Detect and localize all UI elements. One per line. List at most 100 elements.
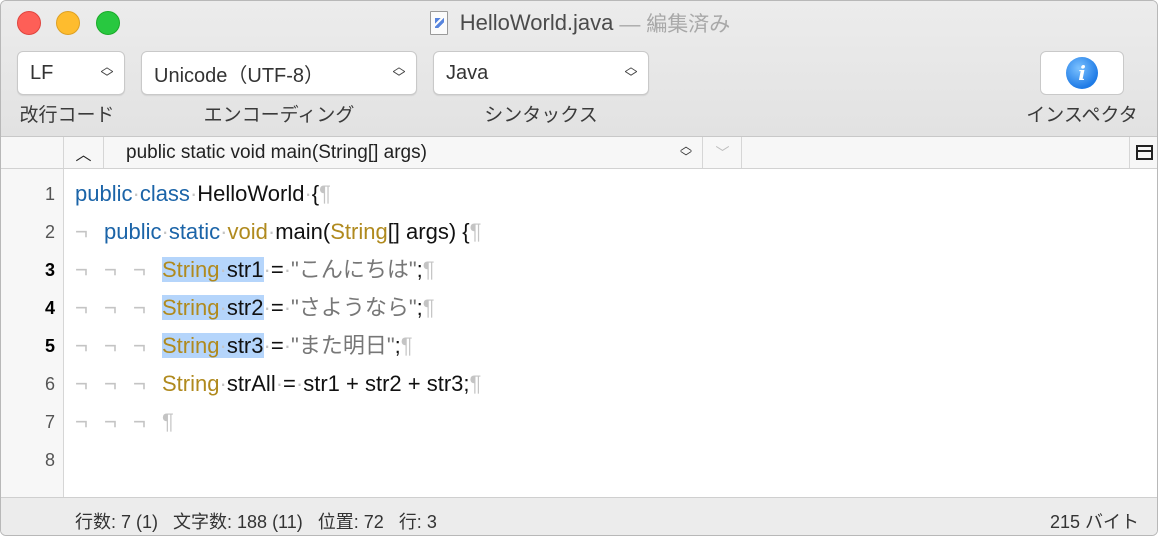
invisible-space: · xyxy=(219,333,227,358)
edited-indicator: — 編集済み xyxy=(619,13,731,36)
invisible-space: · xyxy=(132,181,140,206)
invisible-tab: ¬ xyxy=(75,295,88,320)
syntax-value: Java xyxy=(446,61,489,84)
line-ending-label: 改行コード xyxy=(19,105,115,126)
window-title: HelloWorld.java xyxy=(459,10,614,35)
invisible-space: · xyxy=(220,219,228,244)
inspector-button[interactable]: i xyxy=(1040,51,1124,95)
line-end-marker: ¶ xyxy=(319,181,331,206)
updown-chevron-icon: ︿ ﹀ xyxy=(392,59,406,85)
status-bar: 行数: 7 (1) 文字数: 188 (11) 位置: 72 行: 3 215 … xyxy=(1,497,1157,535)
invisible-space: · xyxy=(161,219,169,244)
invisible-tab: ¬ xyxy=(133,257,146,282)
invisible-space: · xyxy=(263,333,271,358)
invisible-tab: ¬ xyxy=(133,333,146,358)
code-line: ¬ public·static·void·main(String[] args) … xyxy=(75,213,481,251)
invisible-tab: ¬ xyxy=(104,295,117,320)
syntax-label: シンタックス xyxy=(484,105,598,126)
keyword-token: class xyxy=(139,181,190,206)
invisible-space: · xyxy=(219,257,227,282)
code-line: ¬ ¬ ¬ String·str1·=·"こんにちは";¶ xyxy=(75,251,435,289)
invisible-space: · xyxy=(219,371,227,396)
outline-symbol-popup[interactable]: public static void main(String[] args) ︿… xyxy=(105,137,703,168)
inspector-label: インスペクタ xyxy=(1026,105,1138,126)
invisible-tab: ¬ xyxy=(104,371,117,396)
split-editor-button[interactable] xyxy=(1129,137,1157,168)
encoding-value: Unicode（UTF-8） xyxy=(154,64,325,87)
operator-token: = xyxy=(270,333,284,358)
invisible-tab: ¬ xyxy=(104,409,117,434)
line-end-marker: ¶ xyxy=(162,409,174,434)
java-document-icon xyxy=(429,11,448,35)
line-end-marker: ¶ xyxy=(400,333,413,358)
invisible-tab: ¬ xyxy=(133,409,146,434)
file-size: 215 バイト xyxy=(1049,512,1139,532)
keyword-token: static xyxy=(168,219,221,244)
info-icon: i xyxy=(1066,57,1098,89)
updown-chevron-icon: ︿ ﹀ xyxy=(679,139,692,164)
invisible-space: · xyxy=(283,295,292,320)
variable-token: str2 xyxy=(226,295,264,320)
next-symbol-button[interactable]: ﹀ xyxy=(704,137,742,168)
invisible-tab: ¬ xyxy=(104,333,117,358)
line-number: 7 xyxy=(44,412,55,432)
invisible-tab: ¬ xyxy=(75,219,88,244)
selection-block: String·str1 xyxy=(162,257,264,282)
status-left: 行数: 7 (1) 文字数: 188 (11) 位置: 72 行: 3 xyxy=(75,508,437,534)
selection-block: String·str3 xyxy=(162,333,264,358)
cursor-position: 位置: 72 xyxy=(317,512,384,532)
syntax-popup[interactable]: Java ︿ ﹀ xyxy=(433,51,649,95)
line-end-marker: ¶ xyxy=(469,371,482,396)
navbar-gutter-spacer xyxy=(1,137,64,168)
line-end-marker: ¶ xyxy=(422,295,435,320)
window-title-bar: HelloWorld.java — 編集済み xyxy=(1,9,1157,37)
invisible-space: · xyxy=(219,295,227,320)
operator-token: = xyxy=(270,295,284,320)
invisible-tab: ¬ xyxy=(133,371,146,396)
code-line: ¬ ¬ ¬ ¶ xyxy=(75,403,174,441)
invisible-space: · xyxy=(283,257,292,282)
current-line: 行: 3 xyxy=(398,512,437,532)
selected-symbol: public static void main(String[] args) xyxy=(126,141,427,163)
string-literal: "こんにちは" xyxy=(291,257,417,282)
line-count: 行数: 7 (1) xyxy=(75,512,159,532)
line-number-current: 5 xyxy=(44,336,55,356)
chevron-down-icon: ﹀ xyxy=(715,145,730,162)
line-number: 6 xyxy=(44,374,55,394)
updown-chevron-icon: ︿ ﹀ xyxy=(624,59,638,85)
selection-block: String·str2 xyxy=(162,295,264,320)
class-name-token: HelloWorld xyxy=(197,181,305,206)
invisible-space: · xyxy=(275,371,284,396)
invisible-tab: ¬ xyxy=(75,371,88,396)
editor-window: HelloWorld.java — 編集済み LF ︿ ﹀ Unicode（UTF… xyxy=(0,0,1158,536)
line-ending-popup[interactable]: LF ︿ ﹀ xyxy=(17,51,125,95)
invisible-space: · xyxy=(263,257,271,282)
line-end-marker: ¶ xyxy=(469,219,482,244)
invisible-tab: ¬ xyxy=(75,333,88,358)
navigation-bar: ︿ public static void main(String[] args)… xyxy=(1,137,1157,169)
string-literal: "さようなら" xyxy=(291,295,417,320)
line-number-current: 3 xyxy=(44,260,55,280)
type-token: String xyxy=(162,295,220,320)
previous-symbol-button[interactable]: ︿ xyxy=(64,137,104,168)
type-token: String xyxy=(162,257,220,282)
encoding-popup[interactable]: Unicode（UTF-8） ︿ ﹀ xyxy=(141,51,417,95)
code-token: [] args) { xyxy=(387,219,470,244)
code-line: ¬ ¬ ¬ String·str2·=·"さようなら";¶ xyxy=(75,289,435,327)
line-number: 2 xyxy=(44,222,55,242)
invisible-space: · xyxy=(283,333,292,358)
line-number-gutter: 1 2 3 4 5 6 7 8 xyxy=(1,169,64,497)
variable-token: strAll xyxy=(226,371,276,396)
code-token: str1 + str2 + str3; xyxy=(303,371,470,396)
chevron-up-icon: ︿ xyxy=(75,144,92,164)
operator-token: = xyxy=(270,257,284,282)
text-editor[interactable]: 1 2 3 4 5 6 7 8 public·class·HelloWorld·… xyxy=(1,169,1157,497)
type-token: String xyxy=(162,371,220,396)
code-line: ¬ ¬ ¬ String·strAll·=·str1 + str2 + str3;¶ xyxy=(75,365,481,403)
char-count: 文字数: 188 (11) xyxy=(173,512,303,532)
line-ending-value: LF xyxy=(30,61,54,84)
type-token: String xyxy=(330,219,388,244)
encoding-label: エンコーディング xyxy=(203,105,355,126)
window-toolbar: HelloWorld.java — 編集済み LF ︿ ﹀ Unicode（UTF… xyxy=(1,1,1157,137)
type-token: String xyxy=(162,333,220,358)
